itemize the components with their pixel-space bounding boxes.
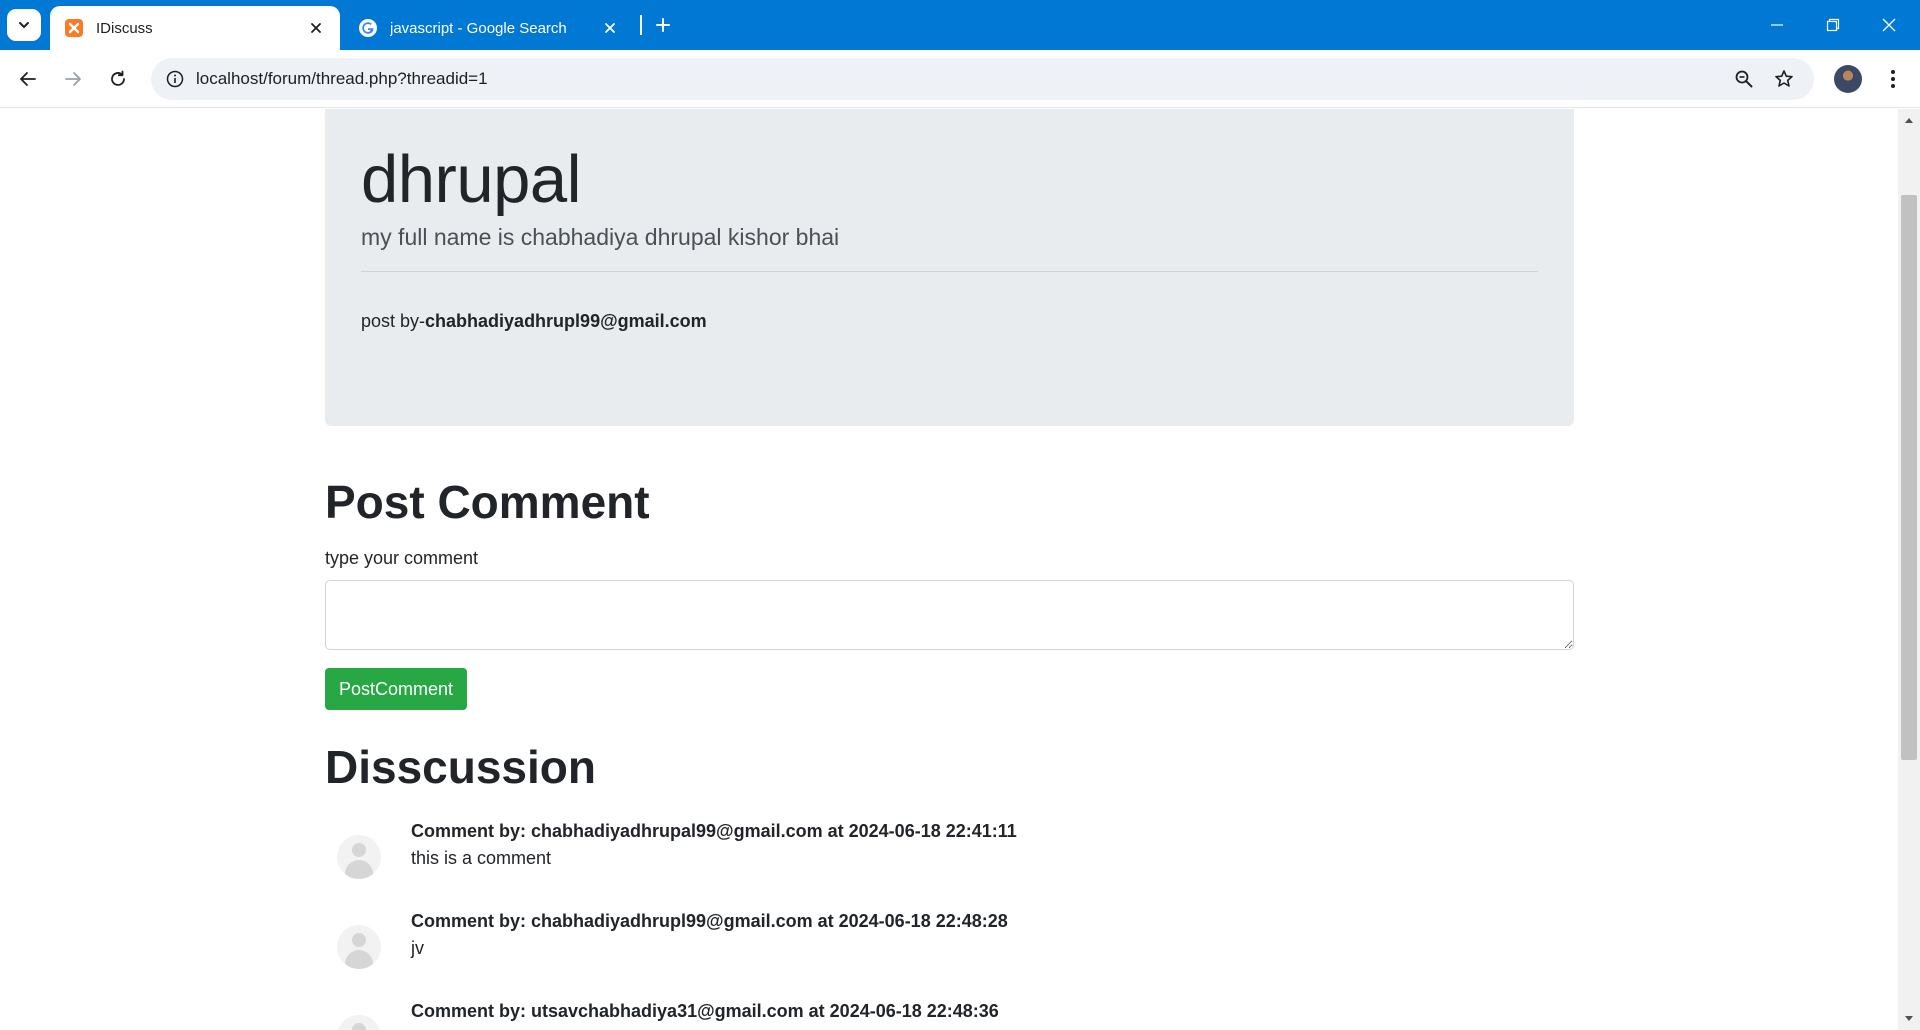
comment-header: Comment by: chabhadiyadhrupl99@gmail.com… (411, 911, 1008, 931)
comment-item: Comment by: chabhadiyadhrupal99@gmail.co… (337, 821, 1537, 891)
reload-button[interactable] (101, 62, 135, 96)
google-icon (358, 18, 378, 38)
restore-button[interactable] (1810, 8, 1856, 42)
profile-avatar[interactable] (1834, 65, 1862, 93)
divider (361, 271, 1538, 272)
zoom-icon[interactable] (1731, 66, 1757, 92)
close-icon (1882, 18, 1896, 32)
comment-item: Comment by: chabhadiyadhrupl99@gmail.com… (337, 911, 1537, 981)
thread-description: my full name is chabhadiya dhrupal kisho… (361, 224, 840, 250)
bookmark-star-icon[interactable] (1771, 66, 1797, 92)
arrow-right-icon (65, 72, 81, 86)
post-comment-button[interactable]: PostComment (325, 668, 468, 710)
close-icon[interactable] (306, 18, 326, 38)
back-button[interactable] (11, 62, 45, 96)
scroll-down-arrow-icon[interactable] (1898, 1012, 1920, 1026)
more-vertical-icon (1891, 70, 1895, 88)
comment-header: Comment by: chabhadiyadhrupal99@gmail.co… (411, 821, 1017, 841)
minimize-button[interactable] (1754, 8, 1800, 42)
scroll-up-arrow-icon[interactable] (1898, 113, 1920, 127)
reload-icon (111, 70, 125, 86)
thread-jumbotron: dhrupal my full name is chabhadiya dhrup… (325, 109, 1574, 426)
thread-author: post by-chabhadiyadhrupl99@gmail.com (361, 311, 707, 332)
tab-search-button[interactable] (7, 9, 41, 41)
site-info-icon[interactable] (163, 67, 187, 91)
xampp-icon (64, 18, 84, 38)
comment-label: type your comment (325, 548, 479, 568)
address-url[interactable]: localhost/forum/thread.php?threadid=1 (196, 69, 488, 89)
page-scrollbar[interactable] (1898, 109, 1920, 1030)
restore-icon (1826, 18, 1840, 32)
address-bar[interactable]: localhost/forum/thread.php?threadid=1 (151, 58, 1814, 100)
post-comment-heading: Post Comment (325, 476, 650, 528)
new-tab-button[interactable] (650, 12, 676, 38)
browser-tab-bar: IDiscuss javascript - Google Search (0, 0, 1920, 50)
close-window-button[interactable] (1866, 8, 1912, 42)
scrollbar-thumb[interactable] (1901, 195, 1917, 760)
browser-menu-button[interactable] (1878, 64, 1908, 94)
thread-title: dhrupal (361, 142, 582, 217)
tab-google-search[interactable]: javascript - Google Search (344, 6, 634, 50)
close-icon[interactable] (600, 18, 620, 38)
comment-header: Comment by: utsavchabhadiya31@gmail.com … (411, 1001, 999, 1021)
user-avatar-icon (337, 835, 381, 879)
page-viewport: dhrupal my full name is chabhadiya dhrup… (0, 109, 1898, 1030)
browser-toolbar: localhost/forum/thread.php?threadid=1 (0, 50, 1920, 108)
comment-text: jv (411, 938, 424, 958)
posted-by-label: post by- (361, 311, 426, 331)
discussion-heading: Disscussion (325, 741, 596, 793)
comment-textarea[interactable] (325, 580, 1574, 650)
minimize-icon (1771, 24, 1783, 26)
plus-icon (656, 18, 670, 32)
comment-text: this is a comment (411, 848, 552, 868)
user-avatar-icon (337, 1015, 381, 1030)
tab-idiscuss[interactable]: IDiscuss (50, 6, 340, 50)
arrow-left-icon (20, 72, 36, 86)
tab-title: javascript - Google Search (390, 19, 567, 37)
comment-item: Comment by: utsavchabhadiya31@gmail.com … (337, 1001, 1537, 1030)
tab-separator (640, 15, 642, 35)
forward-button[interactable] (56, 62, 90, 96)
posted-by-email: chabhadiyadhrupl99@gmail.com (425, 311, 707, 331)
chevron-down-icon (19, 22, 29, 29)
tab-title: IDiscuss (96, 19, 153, 37)
user-avatar-icon (337, 925, 381, 969)
